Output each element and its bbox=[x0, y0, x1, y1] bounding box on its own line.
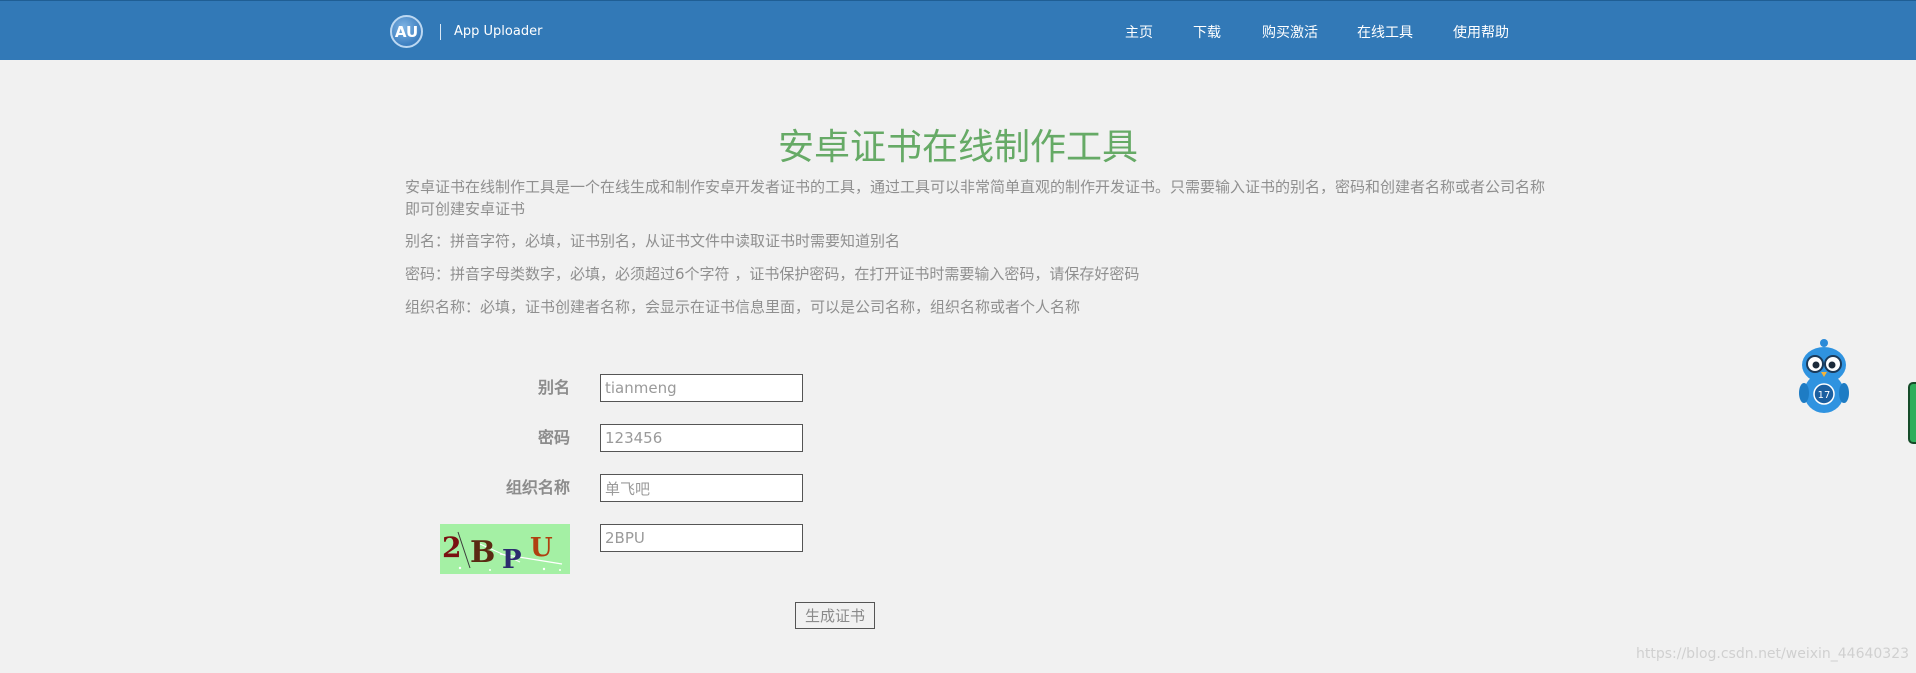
alias-label: 别名 bbox=[537, 378, 570, 397]
mascot-widget[interactable]: 17 bbox=[1794, 337, 1854, 417]
watermark: https://blog.csdn.net/weixin_44640323 bbox=[1636, 646, 1910, 662]
brand-name[interactable]: App Uploader bbox=[454, 24, 542, 39]
password-input[interactable] bbox=[600, 424, 803, 452]
svg-text:P: P bbox=[502, 545, 522, 574]
nav-home[interactable]: 主页 bbox=[1125, 22, 1153, 42]
org-instruction: 组织名称：必填，证书创建者名称，会显示在证书信息里面，可以是公司名称，组织名称或… bbox=[405, 298, 1081, 316]
generate-certificate-button[interactable]: 生成证书 bbox=[795, 602, 875, 629]
org-label: 组织名称 bbox=[505, 478, 570, 497]
logo-divider bbox=[440, 24, 441, 40]
owl-mascot-icon: 17 bbox=[1799, 339, 1849, 413]
top-navigation-bar: AU App Uploader 主页 下载 购买激活 在线工具 使用帮助 bbox=[0, 0, 1916, 60]
alias-input[interactable] bbox=[600, 374, 803, 402]
svg-text:2: 2 bbox=[442, 531, 461, 564]
nav-download[interactable]: 下载 bbox=[1193, 22, 1221, 42]
app-logo[interactable]: AU bbox=[390, 15, 423, 48]
page-title: 安卓证书在线制作工具 bbox=[777, 127, 1138, 168]
svg-text:B: B bbox=[470, 535, 495, 570]
edge-side-tab[interactable] bbox=[1908, 382, 1916, 444]
captcha-input[interactable] bbox=[600, 524, 803, 552]
mascot-badge-number: 17 bbox=[1818, 390, 1831, 401]
nav-help[interactable]: 使用帮助 bbox=[1453, 22, 1509, 42]
nav-online-tools[interactable]: 在线工具 bbox=[1357, 22, 1413, 42]
password-instruction: 密码：拼音字母类数字，必填，必须超过6个字符 ，证书保护密码，在打开证书时需要输… bbox=[405, 265, 1140, 283]
intro-text: 安卓证书在线制作工具是一个在线生成和制作安卓开发者证书的工具，通过工具可以非常简… bbox=[405, 178, 1546, 218]
captcha-image[interactable]: 2 B P U bbox=[440, 524, 570, 574]
alias-instruction: 别名：拼音字符，必填，证书别名，从证书文件中读取证书时需要知道别名 bbox=[405, 232, 901, 250]
svg-text:U: U bbox=[530, 533, 553, 563]
org-input[interactable] bbox=[600, 474, 803, 502]
nav-purchase-activate[interactable]: 购买激活 bbox=[1262, 22, 1318, 42]
logo-text: AU bbox=[394, 22, 419, 41]
captcha-glyphs: 2 B P U bbox=[442, 531, 563, 574]
password-label: 密码 bbox=[537, 428, 570, 447]
